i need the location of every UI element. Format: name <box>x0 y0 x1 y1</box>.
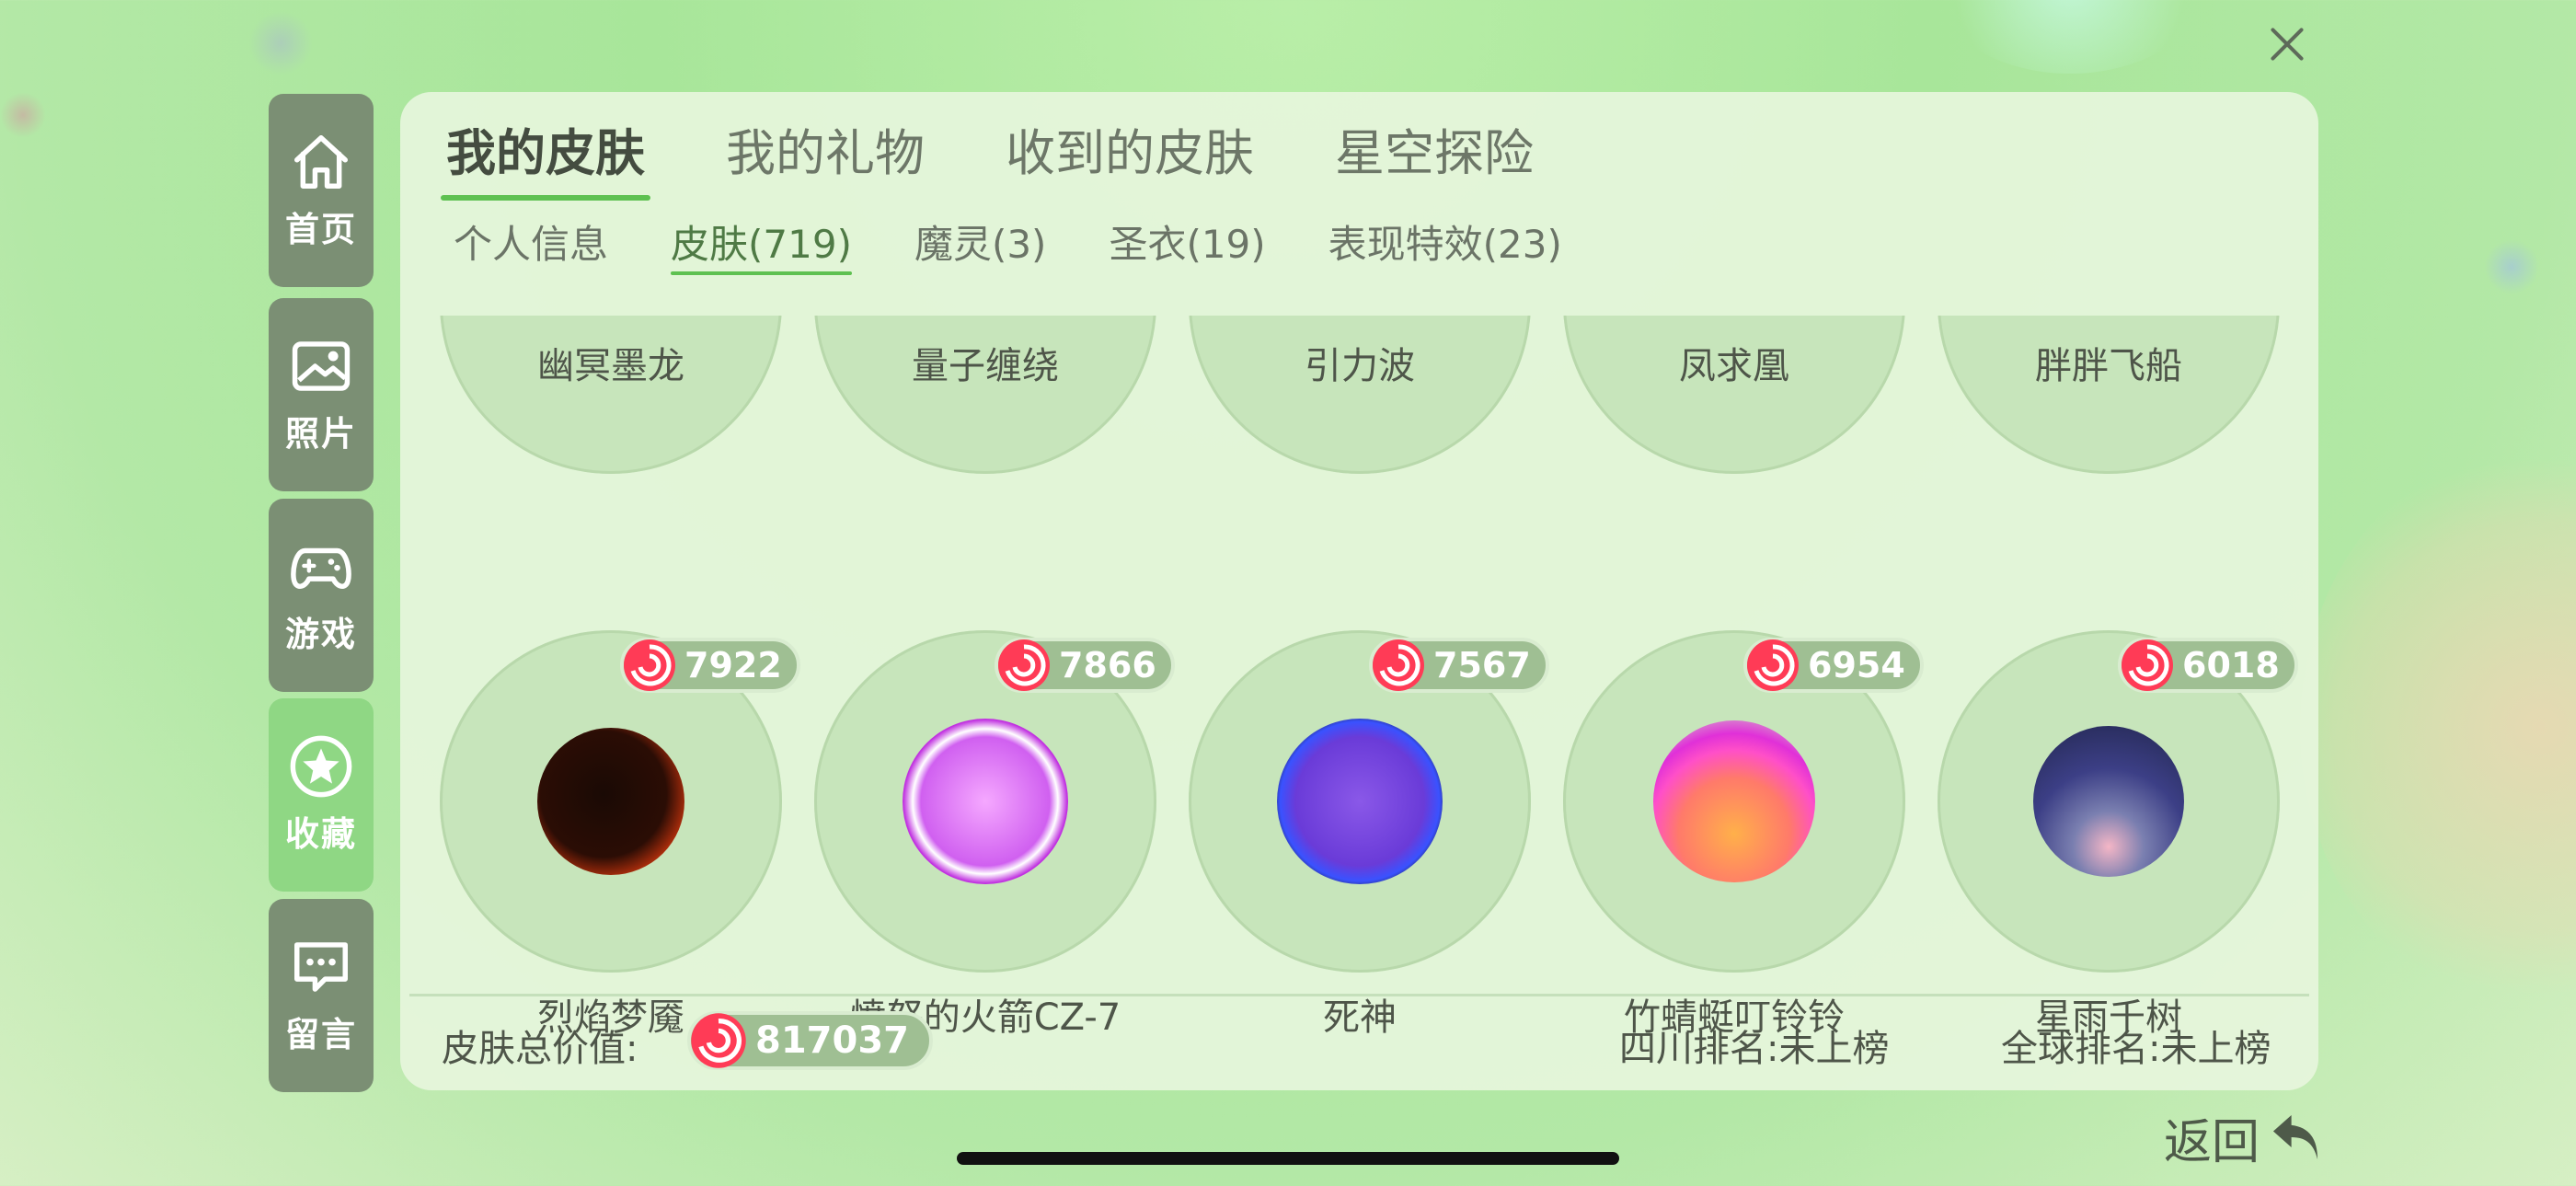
footer: 皮肤总价值: 817037 四川排名:未上榜 全球排名:未上榜 <box>400 998 2318 1090</box>
price-value: 6954 <box>1808 645 1905 685</box>
back-button[interactable]: 返回 <box>2164 1100 2328 1174</box>
price-badge: 7922 <box>620 638 800 693</box>
sidebar-item-label: 游戏 <box>285 615 357 654</box>
skin-grid: 幽冥墨龙 量子缠绕 引力波 凤求凰 胖胖飞船 7922 烈焰梦魇 7866 愤怒… <box>400 316 2318 1079</box>
candy-icon <box>624 639 675 691</box>
skin-name: 量子缠绕 <box>912 345 1059 387</box>
skin-name: 胖胖飞船 <box>2035 345 2182 387</box>
return-arrow-icon <box>2272 1114 2318 1160</box>
sidebar-item-message[interactable]: 留言 <box>269 899 374 1092</box>
close-icon[interactable] <box>2263 20 2311 68</box>
skin-preview-bamboo <box>1653 720 1815 882</box>
subtab-skins[interactable]: 皮肤(719) <box>671 216 852 275</box>
main-tabs: 我的皮肤 我的礼物 收到的皮肤 星空探险 <box>441 118 1615 201</box>
sidebar-item-home[interactable]: 首页 <box>269 94 374 287</box>
footer-divider <box>409 994 2309 996</box>
star-icon <box>290 735 352 798</box>
price-badge: 7866 <box>995 638 1175 693</box>
home-indicator[interactable] <box>957 1152 1619 1165</box>
total-value: 817037 <box>755 1019 909 1062</box>
price-value: 7567 <box>1433 645 1531 685</box>
skin-name: 引力波 <box>1305 345 1415 387</box>
price-badge: 7567 <box>1369 638 1549 693</box>
price-badge: 6018 <box>2118 638 2298 693</box>
rank-region: 四川排名:未上榜 <box>1619 1028 1890 1070</box>
skin-preview-rocket <box>903 719 1068 884</box>
photo-icon <box>292 341 351 391</box>
tab-my-skins[interactable]: 我的皮肤 <box>441 118 650 201</box>
sidebar-item-game[interactable]: 游戏 <box>269 499 374 692</box>
sidebar-item-label: 收藏 <box>285 814 357 854</box>
subtab-armor[interactable]: 圣衣(19) <box>1109 216 1265 273</box>
back-label: 返回 <box>2164 1114 2260 1170</box>
gamepad-icon <box>291 547 351 590</box>
price-badge: 6954 <box>1743 638 1924 693</box>
candy-icon <box>1747 639 1799 691</box>
sidebar-item-label: 首页 <box>285 210 357 249</box>
total-value-badge: 817037 <box>687 1011 933 1070</box>
candy-icon <box>998 639 1050 691</box>
skin-name: 幽冥墨龙 <box>537 345 684 387</box>
skin-preview-star-rain <box>2033 726 2184 877</box>
subtab-effects[interactable]: 表现特效(23) <box>1328 216 1562 273</box>
candy-icon <box>2122 639 2173 691</box>
skin-preview-reaper <box>1277 719 1443 884</box>
tab-my-gifts[interactable]: 我的礼物 <box>726 118 925 190</box>
candy-icon <box>1373 639 1424 691</box>
rank-global: 全球排名:未上榜 <box>2001 1028 2271 1070</box>
tab-star-adventure[interactable]: 星空探险 <box>1335 118 1534 190</box>
tab-received-skins[interactable]: 收到的皮肤 <box>1006 118 1254 190</box>
sidebar-item-label: 照片 <box>285 414 357 454</box>
skin-preview-flame <box>537 728 684 875</box>
message-icon <box>294 942 348 992</box>
sidebar-item-photo[interactable]: 照片 <box>269 298 374 491</box>
subtab-spirits[interactable]: 魔灵(3) <box>914 216 1047 273</box>
sidebar-item-favorites[interactable]: 收藏 <box>269 698 374 892</box>
skin-name: 凤求凰 <box>1679 345 1789 387</box>
total-value-label: 皮肤总价值: <box>442 1028 638 1070</box>
price-value: 7922 <box>684 645 782 685</box>
subtab-personal-info[interactable]: 个人信息 <box>454 216 608 273</box>
candy-icon <box>691 1013 746 1068</box>
home-icon <box>294 135 348 189</box>
sub-tabs: 个人信息 皮肤(719) 魔灵(3) 圣衣(19) 表现特效(23) <box>454 216 1625 281</box>
price-value: 7866 <box>1059 645 1156 685</box>
main-panel: 我的皮肤 我的礼物 收到的皮肤 星空探险 个人信息 皮肤(719) 魔灵(3) … <box>400 92 2318 1090</box>
price-value: 6018 <box>2182 645 2280 685</box>
sidebar-item-label: 留言 <box>285 1015 357 1054</box>
